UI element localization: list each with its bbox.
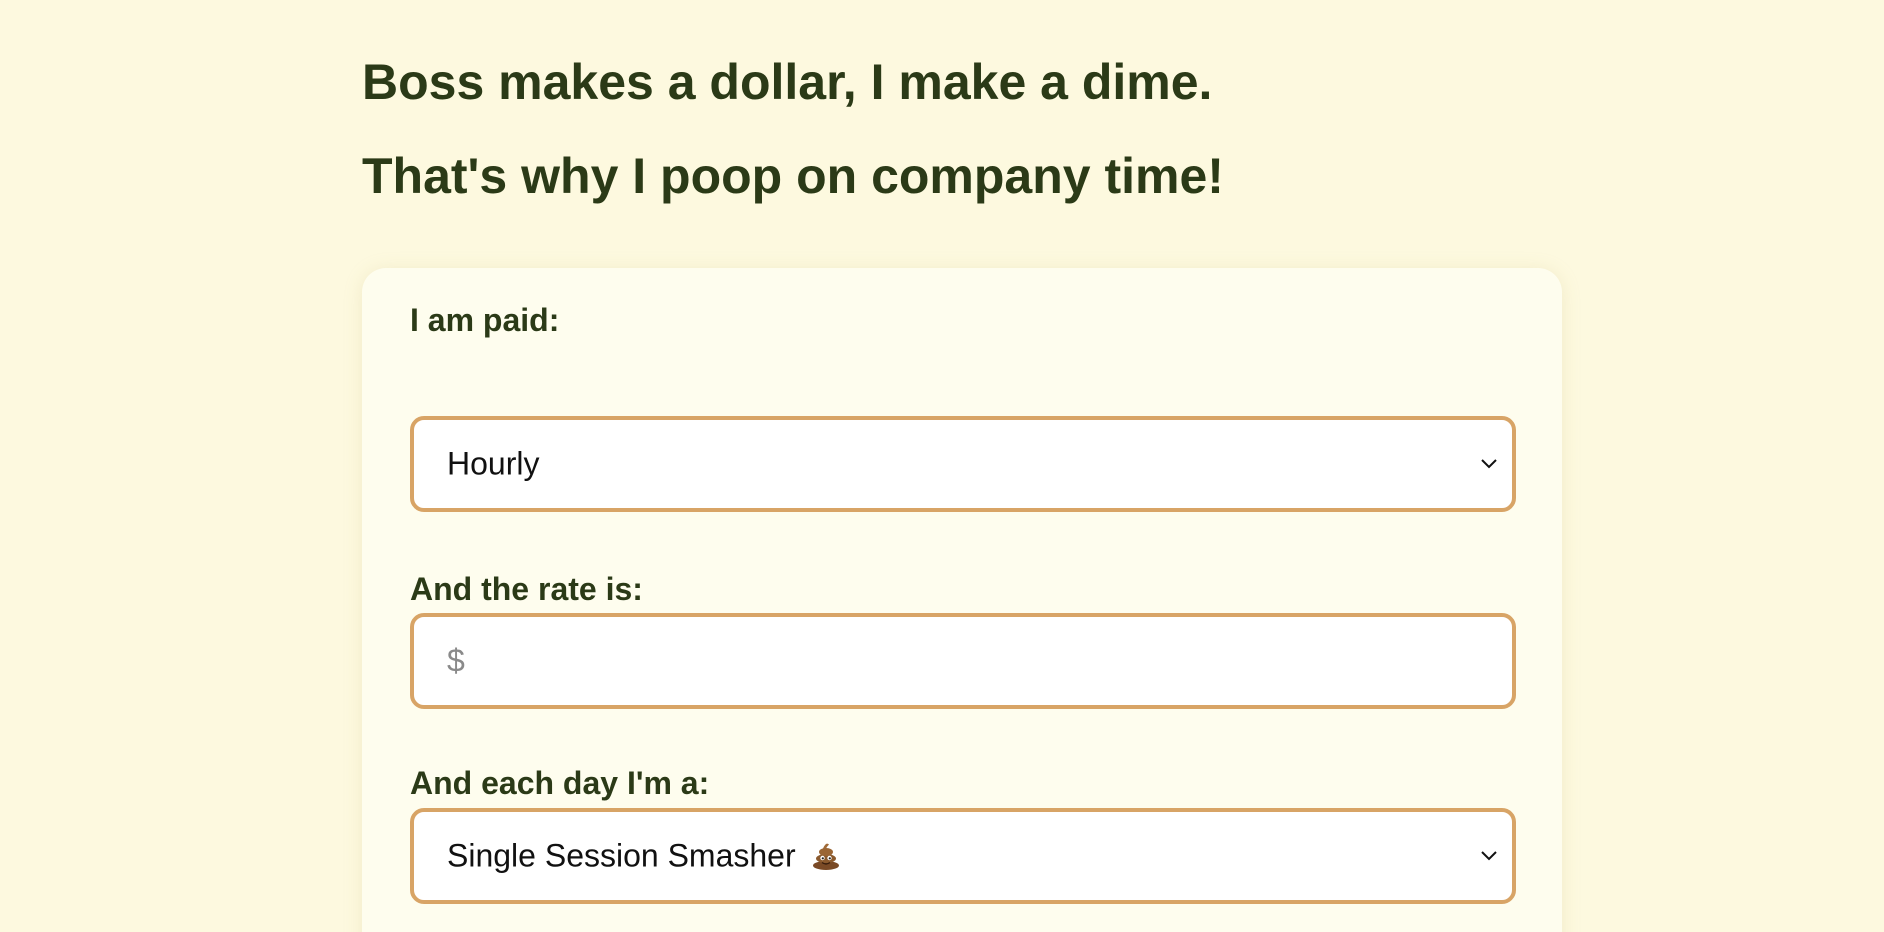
calculator-form-card: I am paid: Hourly And the rate is: $ And…: [362, 268, 1562, 932]
rate-label: And the rate is:: [410, 571, 643, 607]
frequency-select[interactable]: Single Session Smasher: [410, 808, 1516, 904]
chevron-down-icon: [1481, 851, 1497, 861]
frequency-label: And each day I'm a:: [410, 765, 710, 801]
poop-emoji-icon: [812, 843, 839, 870]
headline-line-1: Boss makes a dollar, I make a dime.: [362, 54, 1213, 110]
frequency-selected-option: Single Session Smasher: [447, 838, 841, 875]
frequency-selected-value: Single Session Smasher: [447, 837, 796, 874]
chevron-down-icon: [1481, 459, 1497, 469]
rate-input-placeholder: $: [447, 642, 465, 679]
pay-type-selected-value: Hourly: [447, 445, 540, 482]
headline-line-2: That's why I poop on company time!: [362, 148, 1224, 204]
pay-type-label: I am paid:: [410, 302, 560, 338]
pay-type-select[interactable]: Hourly: [410, 416, 1516, 512]
rate-input[interactable]: $: [410, 613, 1516, 709]
page: Boss makes a dollar, I make a dime. That…: [0, 0, 1884, 932]
